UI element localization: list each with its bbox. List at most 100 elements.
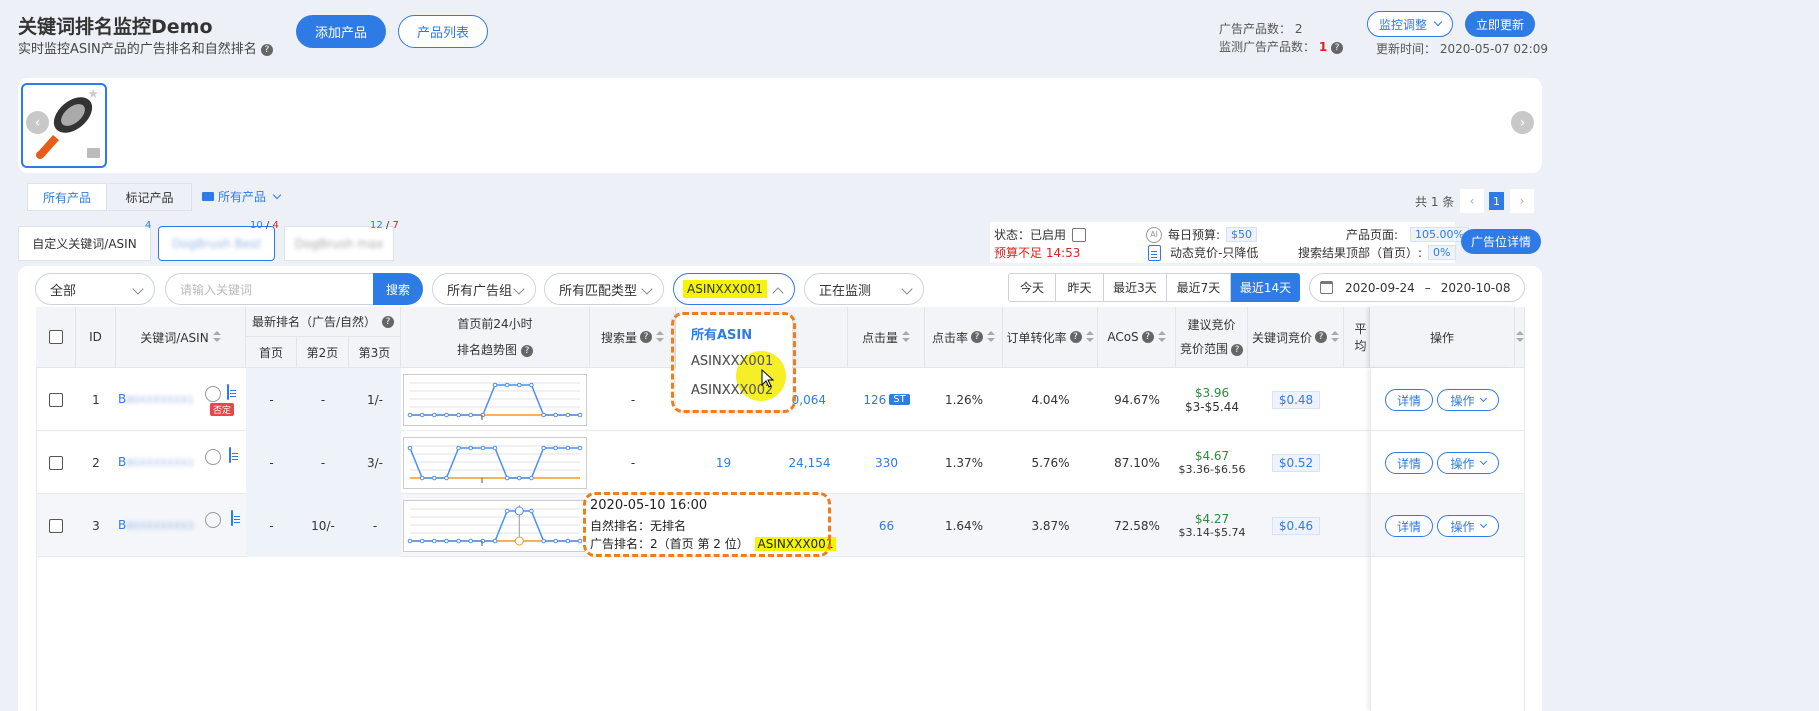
ad-group-select[interactable]: 所有广告组 [432, 273, 536, 305]
help-icon[interactable]: ? [1331, 41, 1344, 54]
st-badge[interactable]: ST [889, 394, 910, 405]
ai-icon[interactable] [205, 449, 221, 465]
row-checkbox[interactable] [36, 368, 76, 431]
range-today[interactable]: 今天 [1008, 273, 1056, 302]
header-ops-edge [1515, 307, 1525, 368]
sort-icon[interactable] [212, 331, 221, 343]
match-type-select[interactable]: 所有匹配类型 [544, 273, 664, 305]
ai-icon[interactable] [205, 512, 221, 528]
detail-button[interactable]: 详情 [1385, 515, 1433, 537]
placement-detail-button[interactable]: 广告位详情 [1461, 229, 1541, 254]
product-list-button[interactable]: 产品列表 [398, 15, 488, 48]
prev-page-button[interactable]: ‹ [1460, 189, 1484, 213]
trend-chart[interactable] [403, 437, 587, 489]
sort-icon[interactable] [902, 331, 910, 343]
operate-button[interactable]: 操作 [1437, 389, 1499, 411]
range-3days[interactable]: 最近3天 [1104, 273, 1167, 302]
range-14days[interactable]: 最近14天 [1231, 273, 1300, 302]
keyword-bid-value[interactable]: $0.52 [1271, 453, 1321, 472]
page-subtitle: 实时监控ASIN产品的广告排名和自然排名 ? [18, 38, 273, 57]
help-icon[interactable]: ? [260, 43, 273, 56]
sort-icon[interactable] [1157, 331, 1166, 343]
search-input[interactable]: 请输入关键词 [165, 273, 375, 305]
document-icon[interactable] [229, 447, 231, 463]
trend-chart[interactable] [403, 374, 587, 426]
header-cvr[interactable]: 订单转化率? [1003, 307, 1098, 368]
tab-all-products[interactable]: 所有产品 [27, 183, 107, 211]
row-checkbox[interactable] [36, 431, 76, 494]
keyword-bid-value[interactable]: $0.48 [1271, 390, 1321, 409]
sort-icon[interactable] [1515, 331, 1524, 343]
operate-button[interactable]: 操作 [1437, 452, 1499, 474]
folder-filter[interactable]: 所有产品 [202, 188, 282, 205]
sort-icon[interactable] [987, 331, 995, 343]
row-clicks[interactable]: 126 ST [848, 368, 925, 431]
document-icon[interactable] [227, 384, 229, 400]
document-icon[interactable] [231, 510, 233, 526]
scope-select[interactable]: 全部 [35, 273, 155, 305]
sort-icon[interactable] [656, 331, 664, 343]
row-keyword[interactable]: BB0XXXXXXX1 [118, 392, 194, 406]
next-page-button[interactable]: › [1510, 189, 1534, 213]
help-icon[interactable]: ? [1069, 331, 1082, 343]
subtab-campaign-1[interactable]: DogBrush Best [158, 226, 275, 261]
row-clicks[interactable]: 66 [848, 494, 925, 557]
daily-budget-value[interactable]: $50 [1226, 227, 1258, 242]
header-clicks[interactable]: 点击量 [848, 307, 925, 368]
detail-button[interactable]: 详情 [1385, 452, 1433, 474]
update-now-button[interactable]: 立即更新 [1465, 11, 1535, 37]
clock-icon[interactable] [1072, 227, 1087, 242]
help-icon[interactable]: ? [521, 344, 533, 357]
tooltip-annotation [583, 492, 831, 557]
ai-icon[interactable] [205, 386, 221, 402]
select-all-checkbox[interactable] [48, 330, 63, 344]
carousel-next-button[interactable]: › [1511, 111, 1534, 134]
row-checkbox[interactable] [36, 494, 76, 557]
subtab-custom-keyword[interactable]: 自定义关键词/ASIN [18, 226, 151, 261]
operate-button[interactable]: 操作 [1437, 515, 1499, 537]
help-icon[interactable]: ? [1231, 343, 1243, 356]
monitoring-select[interactable]: 正在监测 [804, 273, 924, 305]
ad-rank-point [529, 382, 534, 388]
page-1-button[interactable]: 1 [1489, 192, 1504, 210]
tab-marked-products[interactable]: 标记产品 [108, 183, 192, 211]
range-7days[interactable]: 最近7天 [1167, 273, 1231, 302]
carousel-prev-button[interactable]: ‹ [26, 111, 49, 134]
folder-icon[interactable] [87, 148, 100, 158]
sort-icon[interactable] [1085, 331, 1094, 343]
help-icon[interactable]: ? [382, 315, 395, 328]
keyword-bid-value[interactable]: $0.46 [1271, 516, 1321, 535]
search-button[interactable]: 搜索 [373, 273, 423, 305]
help-icon[interactable]: ? [971, 331, 983, 343]
date-range-picker[interactable]: 2020-09-24 – 2020-10-08 [1309, 273, 1525, 302]
row-checkbox-box[interactable] [49, 392, 63, 407]
bid-range: $3.14-$5.74 [1178, 525, 1246, 539]
help-icon[interactable]: ? [1315, 331, 1327, 343]
trend-chart[interactable] [403, 500, 587, 552]
header-id: ID [76, 307, 116, 368]
search-top-value[interactable]: 0% [1428, 245, 1456, 260]
sort-icon[interactable] [1331, 331, 1339, 343]
row-checkbox-box[interactable] [49, 455, 63, 470]
monitor-adjust-button[interactable]: 监控调整 [1367, 11, 1453, 37]
header-search-volume[interactable]: 搜索量? [590, 307, 676, 368]
subtab-campaign-2[interactable]: DogBrush max [284, 226, 394, 261]
range-yesterday[interactable]: 昨天 [1056, 273, 1104, 302]
header-acos[interactable]: ACoS? [1098, 307, 1176, 368]
header-keyword-bid[interactable]: 关键词竞价? [1248, 307, 1344, 368]
row-clicks[interactable]: 330 [848, 431, 925, 494]
detail-button[interactable]: 详情 [1385, 389, 1433, 411]
row-keyword[interactable]: BB0XXXXXXX3 [118, 518, 194, 532]
header-ctr[interactable]: 点击率? [925, 307, 1003, 368]
row-checkbox-box[interactable] [49, 518, 63, 533]
star-icon[interactable]: ★ [87, 87, 99, 102]
help-icon[interactable]: ? [640, 331, 652, 343]
header-keyword[interactable]: 关键词/ASIN [116, 307, 246, 368]
status-state: 状态：已启用 [994, 226, 1087, 243]
row-search-volume: - [630, 455, 636, 470]
asin-select[interactable]: ASINXXX001 [673, 273, 795, 305]
monitoring-value: 正在监测 [819, 283, 872, 299]
add-product-button[interactable]: 添加产品 [296, 15, 386, 48]
row-keyword[interactable]: BB0XXXXXXX2 [118, 455, 194, 469]
help-icon[interactable]: ? [1141, 331, 1154, 343]
